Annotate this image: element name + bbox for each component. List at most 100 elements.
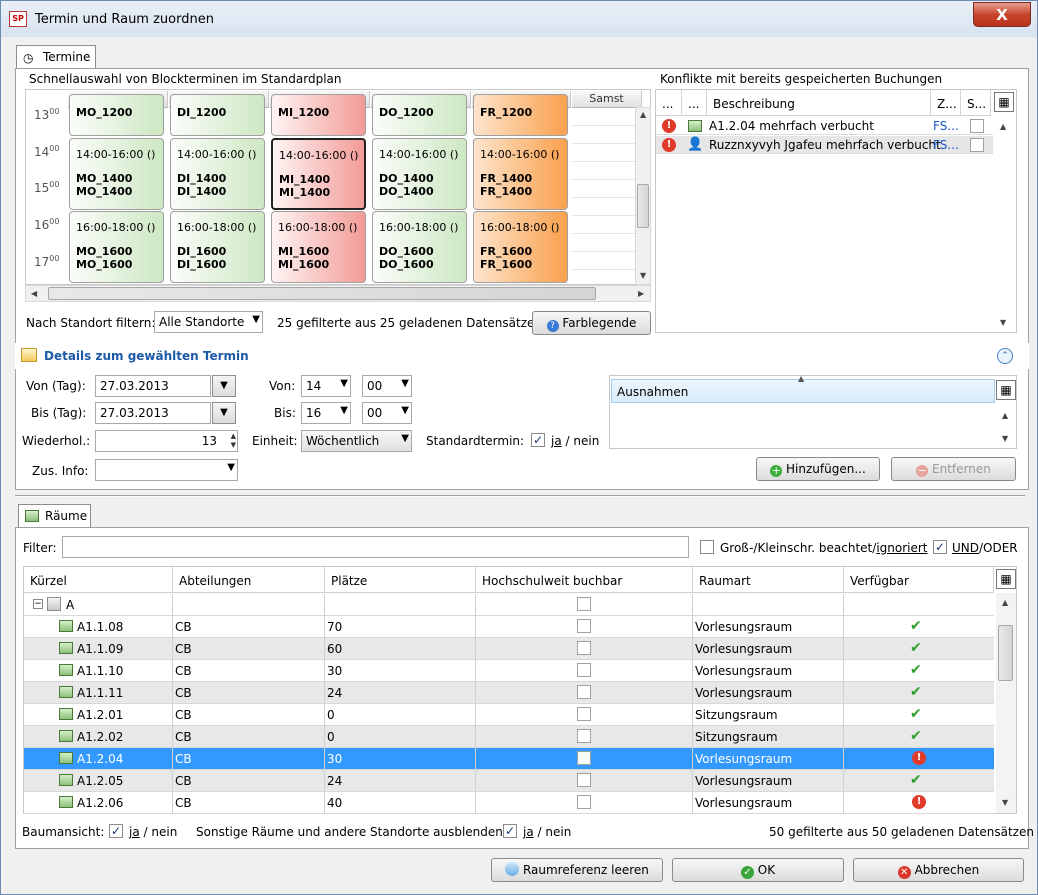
scroll-up-icon[interactable]: ▲ bbox=[1002, 598, 1008, 607]
entfernen-button[interactable]: − Entfernen bbox=[891, 457, 1016, 481]
table-row[interactable]: A1.2.06 CB 40 Vorlesungsraum ! bbox=[24, 792, 994, 814]
bis-tag-input[interactable]: 27.03.2013 bbox=[95, 402, 211, 424]
standardtermin-checkbox[interactable]: ✓ bbox=[531, 433, 545, 447]
konflikt-z-link[interactable]: FS... bbox=[933, 119, 959, 133]
block-blocks_1400[interactable]: 14:00-16:00 () FR_1400 FR_1400 bbox=[473, 138, 568, 210]
ausnahmen-header[interactable]: Ausnahmen ▲ bbox=[611, 374, 995, 403]
hochschulweit-checkbox[interactable] bbox=[577, 707, 591, 721]
bis-tag-calendar-button[interactable]: ▼ bbox=[212, 402, 236, 424]
konflikte-header-1[interactable]: ... bbox=[656, 90, 682, 116]
ignoriert-link[interactable]: ignoriert bbox=[876, 541, 927, 555]
header-plaetze[interactable]: Plätze bbox=[325, 567, 476, 593]
block-1200[interactable]: MI_1200 bbox=[271, 94, 366, 136]
stepper-arrows-icon[interactable]: ▲ ▼ bbox=[231, 432, 236, 450]
hochschulweit-checkbox[interactable] bbox=[577, 641, 591, 655]
und-oder-checkbox[interactable]: ✓ bbox=[933, 540, 947, 554]
block-blocks_1600[interactable]: 16:00-18:00 () MI_1600 MI_1600 bbox=[271, 211, 366, 283]
konflikt-checkbox[interactable] bbox=[970, 138, 984, 152]
konflikte-header-z[interactable]: Z... bbox=[931, 90, 961, 116]
von-tag-input[interactable]: 27.03.2013 bbox=[95, 375, 211, 397]
table-row[interactable]: A1.2.04 CB 30 Vorlesungsraum ! bbox=[24, 748, 994, 770]
von-tag-calendar-button[interactable]: ▼ bbox=[212, 375, 236, 397]
hochschulweit-checkbox[interactable] bbox=[577, 597, 591, 611]
block-blocks_1400[interactable]: 14:00-16:00 () DI_1400 DI_1400 bbox=[170, 138, 265, 210]
hochschulweit-checkbox[interactable] bbox=[577, 619, 591, 633]
table-row[interactable]: A1.1.08 CB 70 Vorlesungsraum ✔ bbox=[24, 616, 994, 638]
hochschulweit-checkbox[interactable] bbox=[577, 773, 591, 787]
konflikte-header-2[interactable]: ... bbox=[682, 90, 707, 116]
gross-klein-checkbox[interactable] bbox=[700, 540, 714, 554]
standort-filter-select[interactable]: Alle Standorte ▼ bbox=[154, 311, 263, 333]
konflikt-row[interactable]: ! A1.2.04 mehrfach verbucht FS... bbox=[656, 117, 993, 135]
header-verfuegbar[interactable]: Verfügbar bbox=[844, 567, 994, 593]
scroll-down-icon[interactable]: ▼ bbox=[640, 271, 646, 280]
baumansicht-checkbox[interactable]: ✓ bbox=[109, 824, 123, 838]
hochschulweit-checkbox[interactable] bbox=[577, 663, 591, 677]
und-link[interactable]: UND bbox=[952, 541, 979, 555]
table-row[interactable]: A1.2.02 CB 0 Sitzungsraum ✔ bbox=[24, 726, 994, 748]
header-kuerzel[interactable]: Kürzel bbox=[24, 567, 173, 593]
sonstige-ja[interactable]: ja bbox=[523, 825, 534, 839]
wiederhol-stepper[interactable]: 13 ▲ ▼ bbox=[95, 430, 238, 452]
hinzufuegen-button[interactable]: + Hinzufügen... bbox=[756, 457, 880, 481]
konflikt-checkbox[interactable] bbox=[970, 119, 984, 133]
einheit-select[interactable]: Wöchentlich ▼ bbox=[301, 430, 412, 452]
raumreferenz-leeren-button[interactable]: Raumreferenz leeren bbox=[491, 858, 663, 882]
block-1200[interactable]: DI_1200 bbox=[170, 94, 265, 136]
block-blocks_1400[interactable]: 14:00-16:00 () DO_1400 DO_1400 bbox=[372, 138, 467, 210]
scroll-up-icon[interactable]: ▲ bbox=[640, 110, 646, 119]
scroll-up-icon[interactable]: ▲ bbox=[1000, 122, 1006, 131]
sonstige-checkbox[interactable]: ✓ bbox=[503, 824, 517, 838]
block-blocks_1600[interactable]: 16:00-18:00 () FR_1600 FR_1600 bbox=[473, 211, 568, 283]
block-blocks_1600[interactable]: 16:00-18:00 () DO_1600 DO_1600 bbox=[372, 211, 467, 283]
hochschulweit-checkbox[interactable] bbox=[577, 795, 591, 809]
column-chooser-icon[interactable]: ▦ bbox=[996, 569, 1016, 589]
konflikte-vscroll[interactable]: ▲ ▼ bbox=[994, 116, 1016, 332]
splitter[interactable] bbox=[15, 495, 1025, 497]
header-hochschulweit[interactable]: Hochschulweit buchbar bbox=[476, 567, 693, 593]
table-row[interactable]: A1.1.10 CB 30 Vorlesungsraum ✔ bbox=[24, 660, 994, 682]
table-row[interactable]: A1.1.09 CB 60 Vorlesungsraum ✔ bbox=[24, 638, 994, 660]
abbrechen-button[interactable]: ✕ Abbrechen bbox=[853, 858, 1024, 882]
hochschulweit-checkbox[interactable] bbox=[577, 751, 591, 765]
scroll-right-icon[interactable]: ▶ bbox=[638, 289, 644, 298]
scroll-down-icon[interactable]: ▼ bbox=[1002, 434, 1008, 443]
scroll-left-icon[interactable]: ◀ bbox=[31, 289, 37, 298]
column-chooser-icon[interactable]: ▦ bbox=[996, 380, 1016, 400]
block-blocks_1400[interactable]: 14:00-16:00 () MI_1400 MI_1400 bbox=[271, 138, 366, 210]
table-row[interactable]: A1.2.01 CB 0 Sitzungsraum ✔ bbox=[24, 704, 994, 726]
block-1200[interactable]: FR_1200 bbox=[473, 94, 568, 136]
group-row[interactable]: − A bbox=[24, 594, 994, 616]
header-abteilungen[interactable]: Abteilungen bbox=[173, 567, 325, 593]
konflikt-z-link[interactable]: FS... bbox=[933, 138, 959, 152]
konflikte-header-s[interactable]: S... bbox=[961, 90, 991, 116]
scroll-thumb[interactable] bbox=[998, 625, 1013, 681]
block-1200[interactable]: DO_1200 bbox=[372, 94, 467, 136]
hscroll-thumb[interactable] bbox=[48, 287, 596, 300]
table-row[interactable]: A1.2.05 CB 24 Vorlesungsraum ✔ bbox=[24, 770, 994, 792]
block-blocks_1600[interactable]: 16:00-18:00 () MO_1600 MO_1600 bbox=[69, 211, 164, 283]
scroll-down-icon[interactable]: ▼ bbox=[1000, 318, 1006, 327]
close-button[interactable]: X bbox=[973, 2, 1031, 27]
header-raumart[interactable]: Raumart bbox=[693, 567, 844, 593]
collapse-icon[interactable]: ⌃ bbox=[997, 348, 1013, 364]
baumansicht-ja[interactable]: ja bbox=[129, 825, 140, 839]
scroll-down-icon[interactable]: ▼ bbox=[1002, 798, 1008, 807]
farblegende-button[interactable]: ? Farblegende bbox=[532, 311, 651, 335]
bis-stunde-select[interactable]: 16 ▼ bbox=[301, 402, 351, 424]
scroll-up-icon[interactable]: ▲ bbox=[1002, 411, 1008, 420]
raeume-vscroll[interactable]: ▲ ▼ bbox=[996, 593, 1016, 813]
block-blocks_1400[interactable]: 14:00-16:00 () MO_1400 MO_1400 bbox=[69, 138, 164, 210]
column-chooser-icon[interactable]: ▦ bbox=[994, 92, 1014, 112]
filter-input[interactable] bbox=[62, 536, 689, 558]
hochschulweit-checkbox[interactable] bbox=[577, 685, 591, 699]
block-1200[interactable]: MO_1200 bbox=[69, 94, 164, 136]
tab-raeume[interactable]: Räume bbox=[18, 504, 91, 528]
calendar-vscroll[interactable]: ▲ ▼ bbox=[635, 107, 651, 285]
von-stunde-select[interactable]: 14 ▼ bbox=[301, 375, 351, 397]
hochschulweit-checkbox[interactable] bbox=[577, 729, 591, 743]
calendar-hscroll[interactable]: ◀ ▶ bbox=[25, 285, 651, 302]
tab-termine[interactable]: ◷ Termine bbox=[16, 45, 96, 69]
scroll-thumb[interactable] bbox=[637, 184, 649, 228]
zus-info-select[interactable]: ▼ bbox=[95, 459, 238, 481]
